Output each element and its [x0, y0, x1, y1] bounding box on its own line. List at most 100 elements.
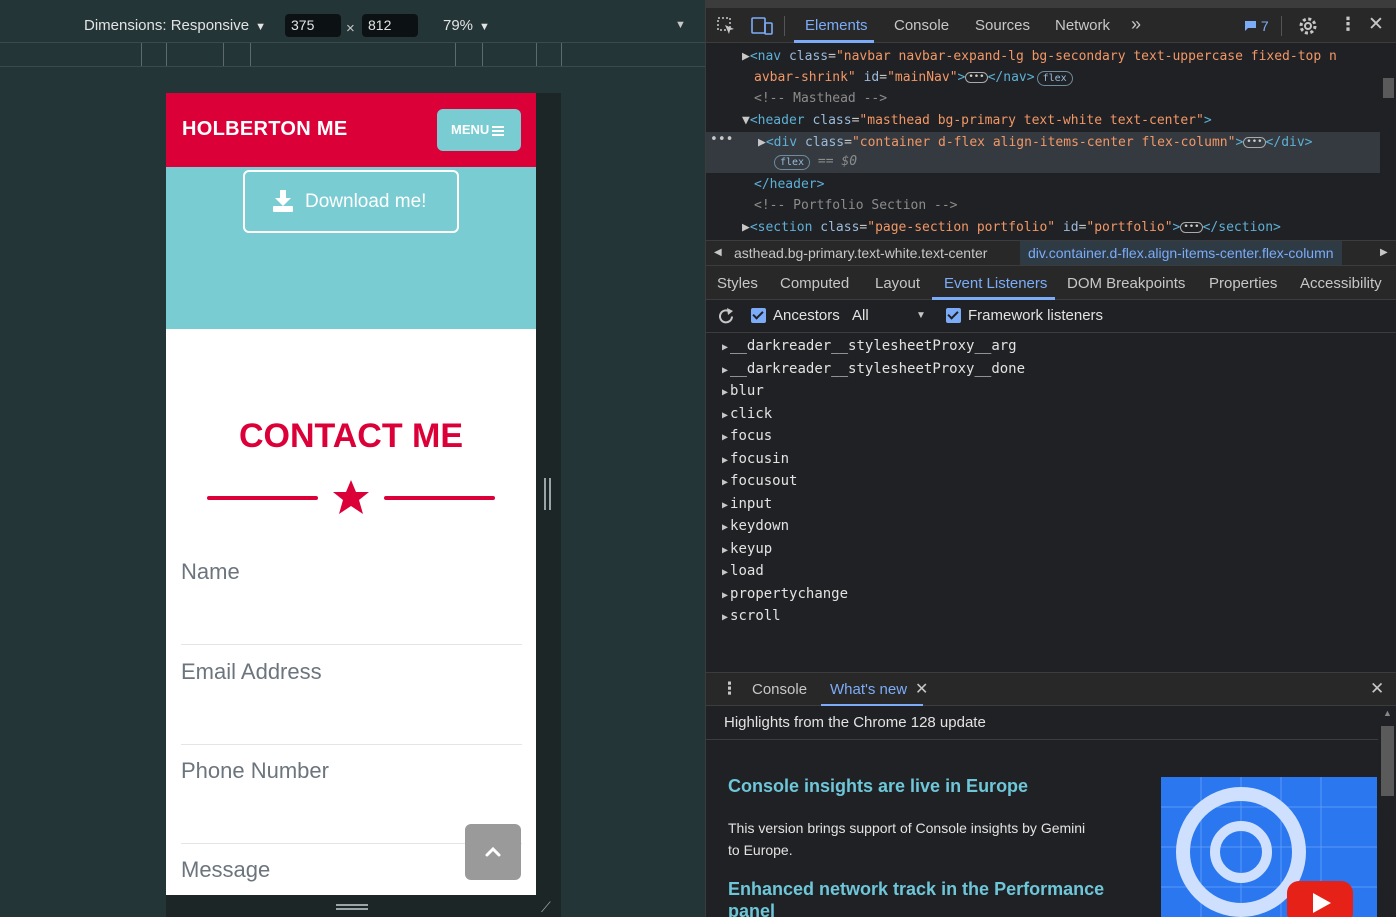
event-listener-item[interactable]: ▶ click: [722, 406, 772, 428]
tab-dom-breakpoints[interactable]: DOM Breakpoints: [1067, 275, 1185, 292]
flex-pill[interactable]: flex: [1036, 71, 1073, 86]
media-query-ruler[interactable]: [0, 43, 705, 67]
tab-styles[interactable]: Styles: [717, 275, 758, 292]
event-listener-item[interactable]: ▶ keyup: [722, 541, 772, 563]
event-listener-item[interactable]: ▶ blur: [722, 383, 764, 405]
menu-button[interactable]: MENU: [437, 109, 521, 151]
whats-new-scrollbar[interactable]: ▲: [1378, 706, 1396, 917]
tree-row-nav-cont[interactable]: avbar-shrink" id="mainNav"> ••• </nav> flex: [706, 67, 1380, 88]
listener-filter-select[interactable]: All ▼: [852, 307, 930, 324]
drawer-tab-whats-new[interactable]: What's new: [830, 681, 907, 698]
event-listener-item[interactable]: ▶ scroll: [722, 608, 781, 630]
drawer-menu-icon[interactable]: ⋮: [721, 679, 738, 699]
device-toolbar-icon[interactable]: [751, 16, 773, 36]
dimensions-dropdown[interactable]: Dimensions: Responsive ▼: [84, 17, 266, 34]
event-listener-item[interactable]: ▶ load: [722, 563, 764, 585]
div-class: container d-flex align-items-center flex…: [859, 135, 1228, 150]
elements-tree[interactable]: ▶<nav class="navbar navbar-expand-lg bg-…: [706, 43, 1396, 240]
header-close-tag: </header>: [754, 177, 825, 192]
close-tab-icon[interactable]: ✕: [915, 679, 928, 699]
event-listener-item[interactable]: ▶ focusout: [722, 473, 797, 495]
masthead: Download me!: [166, 167, 536, 329]
ruler-tick: [482, 43, 483, 66]
tab-accessibility[interactable]: Accessibility: [1300, 275, 1382, 292]
email-field[interactable]: Email Address: [181, 659, 522, 745]
zoom-dropdown[interactable]: 79% ▼: [443, 17, 490, 34]
tab-event-listeners[interactable]: Event Listeners: [944, 275, 1047, 292]
row-options-icon[interactable]: •••: [710, 132, 733, 147]
tree-row-header[interactable]: ▼<header class="masthead bg-primary text…: [706, 110, 1380, 131]
close-drawer-icon[interactable]: ✕: [1370, 679, 1384, 699]
video-thumbnail-art: [1161, 777, 1377, 917]
tab-elements[interactable]: Elements: [805, 17, 868, 34]
tree-row-section[interactable]: ▶<section class="page-section portfolio"…: [706, 217, 1380, 238]
zoom-label: 79%: [443, 17, 474, 34]
whats-new-video-thumbnail[interactable]: [1161, 777, 1377, 917]
breadcrumb-item-selected[interactable]: div.container.d-flex.align-items-center.…: [1020, 241, 1342, 265]
tab-network[interactable]: Network: [1055, 17, 1110, 34]
divider-line-left: [207, 496, 318, 500]
width-input[interactable]: 375: [285, 14, 341, 37]
flex-pill[interactable]: flex: [774, 155, 811, 170]
event-listener-item[interactable]: ▶ focus: [722, 428, 772, 450]
refresh-icon[interactable]: [717, 307, 736, 326]
download-button[interactable]: Download me!: [243, 170, 459, 233]
more-options-icon[interactable]: ▼: [675, 19, 686, 31]
event-listener-item[interactable]: ▶ __darkreader__stylesheetProxy__done: [722, 361, 1025, 383]
breadcrumb-left-icon[interactable]: ◀: [714, 247, 722, 258]
ancestors-checkbox[interactable]: [751, 308, 766, 323]
ellipsis-icon[interactable]: •••: [965, 72, 988, 83]
kebab-menu-icon[interactable]: ⋮: [1339, 14, 1357, 35]
ruler-tick: [561, 43, 562, 66]
event-listener-item[interactable]: ▶ input: [722, 496, 772, 518]
ellipsis-icon[interactable]: •••: [1180, 222, 1203, 233]
tree-row-header-close[interactable]: </header>: [706, 174, 1380, 195]
tab-layout[interactable]: Layout: [875, 275, 920, 292]
device-viewport: HOLBERTON ME MENU Download me! CONTACT M…: [166, 93, 536, 895]
tree-row-div-selected[interactable]: ••• ▶<div class="container d-flex align-…: [706, 132, 1380, 173]
inspect-element-icon[interactable]: [716, 16, 736, 36]
ellipsis-icon[interactable]: •••: [1243, 137, 1266, 148]
tree-row-comment-portfolio[interactable]: <!-- Portfolio Section -->: [706, 195, 1380, 216]
tab-computed[interactable]: Computed: [780, 275, 849, 292]
name-field[interactable]: Name: [181, 559, 522, 645]
ruler-tick: [250, 43, 251, 66]
height-input[interactable]: 812: [362, 14, 418, 37]
caret-down-icon: ▼: [916, 310, 926, 321]
event-listener-item[interactable]: ▶ __darkreader__stylesheetProxy__arg: [722, 338, 1017, 360]
whats-new-heading-1[interactable]: Console insights are live in Europe: [728, 776, 1028, 797]
scroll-up-icon[interactable]: ▲: [1383, 708, 1392, 718]
divider: [706, 739, 1378, 740]
elements-scrollbar[interactable]: [1380, 43, 1396, 240]
whats-new-heading-2[interactable]: Enhanced network track in the Performanc…: [728, 878, 1108, 917]
tab-properties[interactable]: Properties: [1209, 275, 1277, 292]
message-icon: [1245, 21, 1256, 31]
download-icon: [273, 190, 293, 212]
breadcrumb-right-icon[interactable]: ▶: [1380, 247, 1388, 258]
drawer-tab-console[interactable]: Console: [752, 681, 807, 698]
site-brand[interactable]: HOLBERTON ME: [182, 118, 347, 141]
close-icon[interactable]: ✕: [1368, 13, 1384, 36]
tree-row-nav[interactable]: ▶<nav class="navbar navbar-expand-lg bg-…: [706, 46, 1380, 67]
gear-icon[interactable]: [1298, 16, 1318, 36]
resize-corner-icon[interactable]: ⟋: [541, 899, 551, 916]
event-listener-item[interactable]: ▶ focusin: [722, 451, 789, 473]
event-listener-item[interactable]: ▶ keydown: [722, 518, 789, 540]
whats-new-panel: Highlights from the Chrome 128 update Co…: [706, 706, 1396, 917]
breadcrumb-item[interactable]: asthead.bg-primary.text-white.text-cente…: [734, 245, 987, 261]
framework-listeners-checkbox[interactable]: [946, 308, 961, 323]
more-tabs-icon[interactable]: »: [1131, 14, 1141, 35]
tab-console[interactable]: Console: [894, 17, 949, 34]
ruler-tick: [141, 43, 142, 66]
scroll-to-top-button[interactable]: [465, 824, 521, 880]
email-placeholder: Email Address: [181, 659, 322, 684]
scrollbar-thumb[interactable]: [1381, 726, 1394, 796]
event-listener-item[interactable]: ▶ propertychange: [722, 586, 848, 608]
scrollbar-thumb[interactable]: [1383, 78, 1394, 98]
resize-handle-horizontal[interactable]: [544, 478, 551, 510]
tree-row-comment-masthead[interactable]: <!-- Masthead -->: [706, 88, 1380, 109]
issues-badge[interactable]: 7: [1244, 18, 1269, 34]
tab-sources[interactable]: Sources: [975, 17, 1030, 34]
resize-handle-vertical[interactable]: [336, 904, 368, 910]
devtools-panel: Elements Console Sources Network » 7 ⋮ ✕: [705, 8, 1396, 917]
